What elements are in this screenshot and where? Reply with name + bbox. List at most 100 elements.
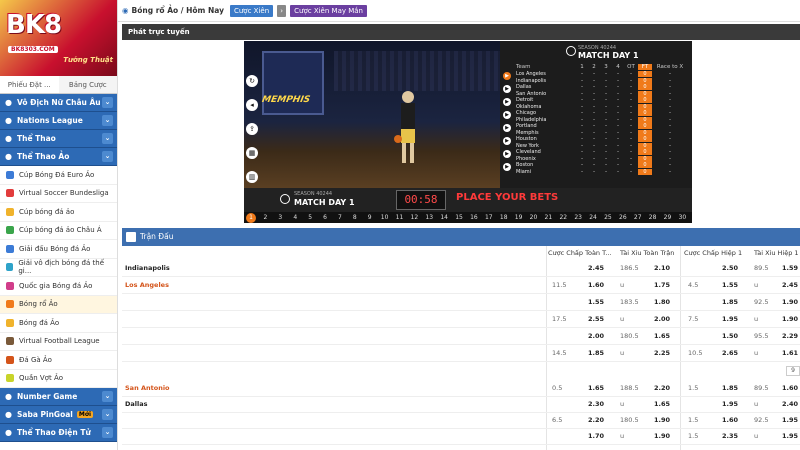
round-number[interactable]: 3 xyxy=(273,214,288,221)
odds-value[interactable]: 1.61 xyxy=(778,349,798,357)
odds-value[interactable]: 2.00 xyxy=(584,332,604,340)
round-number[interactable]: 22 xyxy=(556,214,571,221)
odds-value[interactable]: 1.50 xyxy=(718,332,738,340)
category-trophy[interactable]: ● Vô Địch Nữ Châu Âu ⌄ xyxy=(0,94,117,112)
round-number[interactable]: 23 xyxy=(571,214,586,221)
chart-icon[interactable]: ▥ xyxy=(246,171,258,183)
match-section-header[interactable]: Trận Đấu xyxy=(122,228,800,246)
odds-value[interactable]: 1.90 xyxy=(650,432,670,440)
play-icon[interactable]: ▶ xyxy=(503,98,511,106)
odds-value[interactable]: 1.70 xyxy=(584,432,604,440)
category-sports[interactable]: ● Thể Thao ⌄ xyxy=(0,130,117,148)
odds-value[interactable]: 1.60 xyxy=(778,384,798,392)
round-number[interactable]: 7 xyxy=(332,214,347,221)
round-number[interactable]: 6 xyxy=(318,214,333,221)
odds-value[interactable]: 1.90 xyxy=(778,298,798,306)
round-number[interactable]: 28 xyxy=(645,214,660,221)
play-icon[interactable]: ▶ xyxy=(503,150,511,158)
round-number[interactable]: 18 xyxy=(496,214,511,221)
sidebar-item[interactable]: Cúp bóng đá ảo Châu Á xyxy=(0,222,117,240)
round-number[interactable]: 24 xyxy=(586,214,601,221)
odds-value[interactable]: 1.90 xyxy=(650,416,670,424)
tab-bet-list[interactable]: Bảng Cược xyxy=(59,76,118,93)
odds-value[interactable]: 1.65 xyxy=(650,400,670,408)
round-number[interactable]: 11 xyxy=(392,214,407,221)
odds-value[interactable]: 2.29 xyxy=(778,332,798,340)
refresh-icon[interactable]: ↻ xyxy=(246,75,258,87)
live-video[interactable]: MEMPHIS ↻ ◂ ⇪ ▦ ▥ SEASON 40244 MATCH DAY… xyxy=(244,41,692,223)
round-number[interactable]: 16 xyxy=(466,214,481,221)
category-nations[interactable]: ● Nations League ⌄ xyxy=(0,112,117,130)
sidebar-item[interactable]: Đá Gà Ảo xyxy=(0,351,117,370)
category-virtual-sports[interactable]: ● Thể Thao Ảo ⌄ xyxy=(0,148,117,166)
category-esports[interactable]: ● Thể Thao Điện Tử ⌄ xyxy=(0,424,117,442)
odds-value[interactable]: 2.55 xyxy=(584,315,604,323)
odds-value[interactable]: 1.65 xyxy=(584,384,604,392)
odds-value[interactable]: 1.65 xyxy=(650,332,670,340)
odds-value[interactable]: 1.60 xyxy=(584,281,604,289)
odds-value[interactable]: 1.59 xyxy=(778,264,798,272)
round-number[interactable]: 19 xyxy=(511,214,526,221)
odds-value[interactable]: 2.20 xyxy=(584,416,604,424)
chevron-right-icon[interactable]: › xyxy=(277,4,287,17)
sidebar-item[interactable]: Quốc gia Bóng đá Ảo xyxy=(0,277,117,296)
odds-value[interactable]: 1.85 xyxy=(584,349,604,357)
chevron-down-icon[interactable]: ⌄ xyxy=(102,151,113,162)
round-number[interactable]: 8 xyxy=(347,214,362,221)
odds-value[interactable]: 2.65 xyxy=(718,349,738,357)
play-icon[interactable]: ▶ xyxy=(503,137,511,145)
odds-value[interactable]: 2.50 xyxy=(718,264,738,272)
sidebar-item[interactable]: Bóng rổ Ảo xyxy=(0,295,117,314)
odds-value[interactable]: 1.60 xyxy=(718,416,738,424)
round-number[interactable]: 25 xyxy=(600,214,615,221)
odds-value[interactable]: 1.95 xyxy=(778,432,798,440)
brand-logo[interactable]: BK8 BK8303.COM Tướng Thuật xyxy=(0,0,117,76)
odds-value[interactable]: 1.95 xyxy=(778,416,798,424)
odds-value[interactable]: 1.85 xyxy=(718,384,738,392)
play-icon[interactable]: ▶ xyxy=(503,124,511,132)
play-icon[interactable]: ▶ xyxy=(503,163,511,171)
odds-value[interactable]: 1.85 xyxy=(718,298,738,306)
chevron-down-icon[interactable]: ⌄ xyxy=(102,391,113,402)
round-number[interactable]: 15 xyxy=(452,214,467,221)
round-number[interactable]: 27 xyxy=(630,214,645,221)
odds-value[interactable]: 2.00 xyxy=(650,315,670,323)
tab-bet-slip[interactable]: Phiếu Đặt ... xyxy=(0,76,59,93)
round-number[interactable]: 20 xyxy=(526,214,541,221)
round-number[interactable]: 12 xyxy=(407,214,422,221)
round-number[interactable]: 17 xyxy=(481,214,496,221)
lucky-parlay-button[interactable]: Cược Xiên May Mắn xyxy=(290,4,367,17)
live-stream-bar[interactable]: Phát trực tuyến xyxy=(122,24,800,40)
round-number[interactable]: 26 xyxy=(615,214,630,221)
round-number[interactable]: 29 xyxy=(660,214,675,221)
round-number[interactable]: 30 xyxy=(675,214,690,221)
odds-value[interactable]: 1.75 xyxy=(650,281,670,289)
play-icon[interactable]: ▶ xyxy=(503,85,511,93)
round-number[interactable]: 1 xyxy=(246,212,256,223)
odds-value[interactable]: 1.95 xyxy=(718,315,738,323)
chevron-down-icon[interactable]: ⌄ xyxy=(102,427,113,438)
round-number[interactable]: 2 xyxy=(258,214,273,221)
round-number[interactable]: 9 xyxy=(362,214,377,221)
odds-value[interactable]: 1.95 xyxy=(718,400,738,408)
grid-icon[interactable]: ▦ xyxy=(246,147,258,159)
category-pingoal[interactable]: ● Saba PinGoal Mới ⌄ xyxy=(0,406,117,424)
round-number[interactable]: 4 xyxy=(288,214,303,221)
odds-value[interactable]: 2.45 xyxy=(778,281,798,289)
odds-value[interactable]: 2.40 xyxy=(778,400,798,408)
round-number[interactable]: 10 xyxy=(377,214,392,221)
share-icon[interactable]: ⇪ xyxy=(246,123,258,135)
chevron-down-icon[interactable]: ⌄ xyxy=(102,409,113,420)
chevron-down-icon[interactable]: ⌄ xyxy=(102,115,113,126)
parlay-button[interactable]: Cược Xiên xyxy=(229,4,274,17)
round-number[interactable]: 5 xyxy=(303,214,318,221)
sidebar-item[interactable]: Giải đấu Bóng đá Ảo xyxy=(0,240,117,259)
odds-value[interactable]: 1.90 xyxy=(778,315,798,323)
sidebar-item[interactable]: Giải vô địch bóng đá thế gi... xyxy=(0,259,117,277)
category-number-game[interactable]: ● Number Game ⌄ xyxy=(0,388,117,406)
sidebar-item[interactable]: Cúp Bóng Đá Euro Ảo xyxy=(0,166,117,185)
odds-value[interactable]: 2.45 xyxy=(584,264,604,272)
sidebar-item[interactable]: Quần Vợt Ảo xyxy=(0,370,117,388)
sidebar-item[interactable]: Virtual Soccer Bundesliga xyxy=(0,185,117,203)
play-icon[interactable]: ▶ xyxy=(503,111,511,119)
